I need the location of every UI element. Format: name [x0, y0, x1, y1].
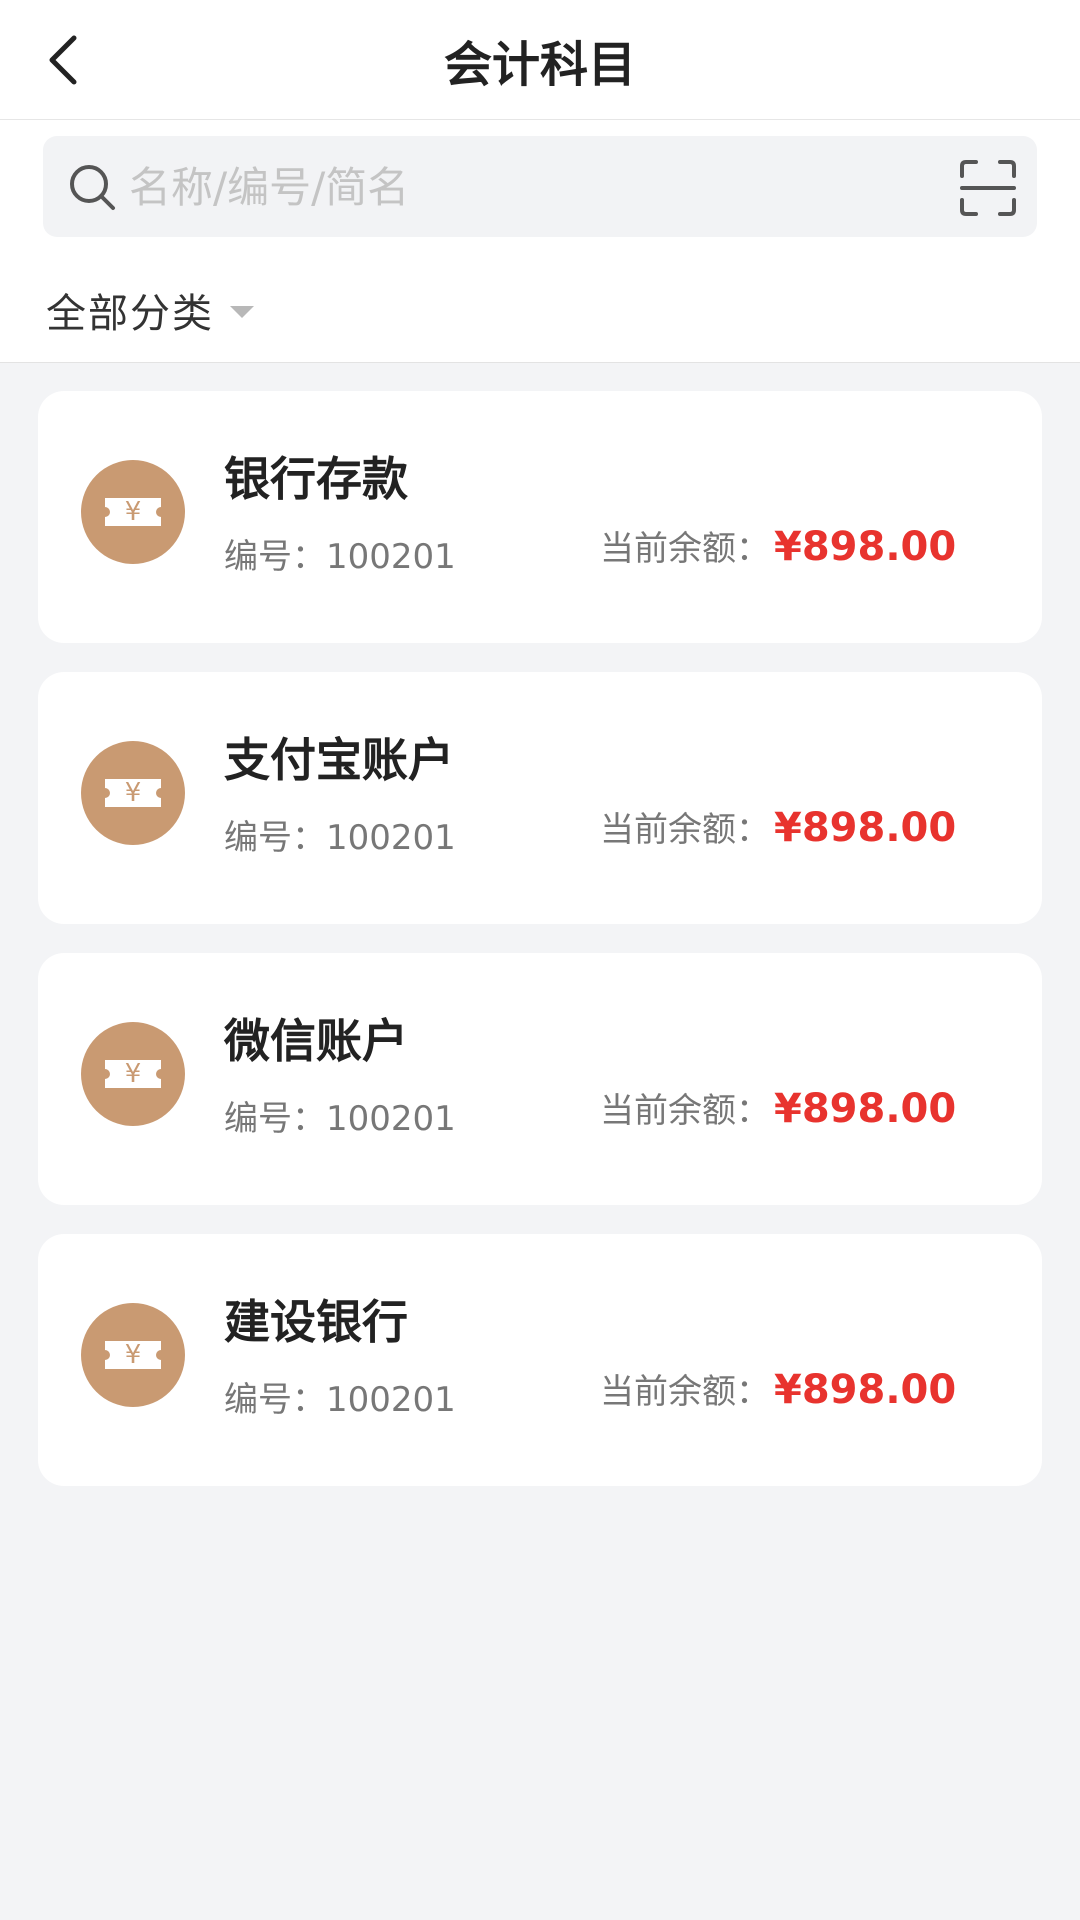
account-list: ¥ 银行存款 编号：100201 当前余额： ¥898.00 ¥ 支付宝账户 编… [38, 391, 1042, 1515]
svg-text:¥: ¥ [125, 778, 142, 808]
account-code: 编号：100201 [224, 1099, 456, 1139]
account-name: 微信账户 [224, 1014, 408, 1068]
svg-text:¥: ¥ [125, 497, 142, 527]
balance-label: 当前余额： [600, 529, 770, 569]
chevron-left-icon [49, 35, 77, 85]
scan-icon[interactable] [958, 158, 1018, 218]
account-name: 银行存款 [224, 452, 408, 506]
nav-bar: 会计科目 [0, 0, 1080, 120]
account-name: 建设银行 [224, 1295, 408, 1349]
account-card[interactable]: ¥ 支付宝账户 编号：100201 当前余额： ¥898.00 [38, 672, 1042, 924]
balance-label: 当前余额： [600, 1372, 770, 1412]
balance-value: ¥898.00 [774, 1086, 957, 1132]
account-balance: 当前余额： ¥898.00 [600, 521, 956, 570]
balance-label: 当前余额： [600, 810, 770, 850]
search-bar[interactable] [43, 136, 1037, 237]
balance-value: ¥898.00 [774, 524, 957, 570]
account-code: 编号：100201 [224, 818, 456, 858]
page-title: 会计科目 [443, 37, 636, 93]
account-code: 编号：100201 [224, 1380, 456, 1420]
account-balance: 当前余额： ¥898.00 [600, 1364, 956, 1413]
balance-label: 当前余额： [600, 1091, 770, 1131]
svg-text:¥: ¥ [125, 1059, 142, 1089]
category-filter-dropdown[interactable]: 全部分类 [46, 280, 254, 340]
account-balance: 当前余额： ¥898.00 [600, 1083, 956, 1132]
caret-down-icon [230, 306, 254, 318]
back-button[interactable] [34, 28, 94, 92]
svg-text:¥: ¥ [125, 1340, 142, 1370]
account-card[interactable]: ¥ 微信账户 编号：100201 当前余额： ¥898.00 [38, 953, 1042, 1205]
yuan-ticket-icon: ¥ [81, 1303, 185, 1407]
account-balance: 当前余额： ¥898.00 [600, 802, 956, 851]
yuan-ticket-icon: ¥ [81, 1022, 185, 1126]
search-icon [70, 165, 115, 210]
account-card[interactable]: ¥ 建设银行 编号：100201 当前余额： ¥898.00 [38, 1234, 1042, 1486]
category-filter-label: 全部分类 [46, 291, 214, 337]
yuan-ticket-icon: ¥ [81, 741, 185, 845]
account-name: 支付宝账户 [224, 733, 454, 787]
balance-value: ¥898.00 [774, 1367, 957, 1413]
search-input[interactable] [127, 150, 931, 224]
yuan-ticket-icon: ¥ [81, 460, 185, 564]
search-filter-panel: 全部分类 [0, 120, 1080, 363]
balance-value: ¥898.00 [774, 805, 957, 851]
account-card[interactable]: ¥ 银行存款 编号：100201 当前余额： ¥898.00 [38, 391, 1042, 643]
account-code: 编号：100201 [224, 537, 456, 577]
